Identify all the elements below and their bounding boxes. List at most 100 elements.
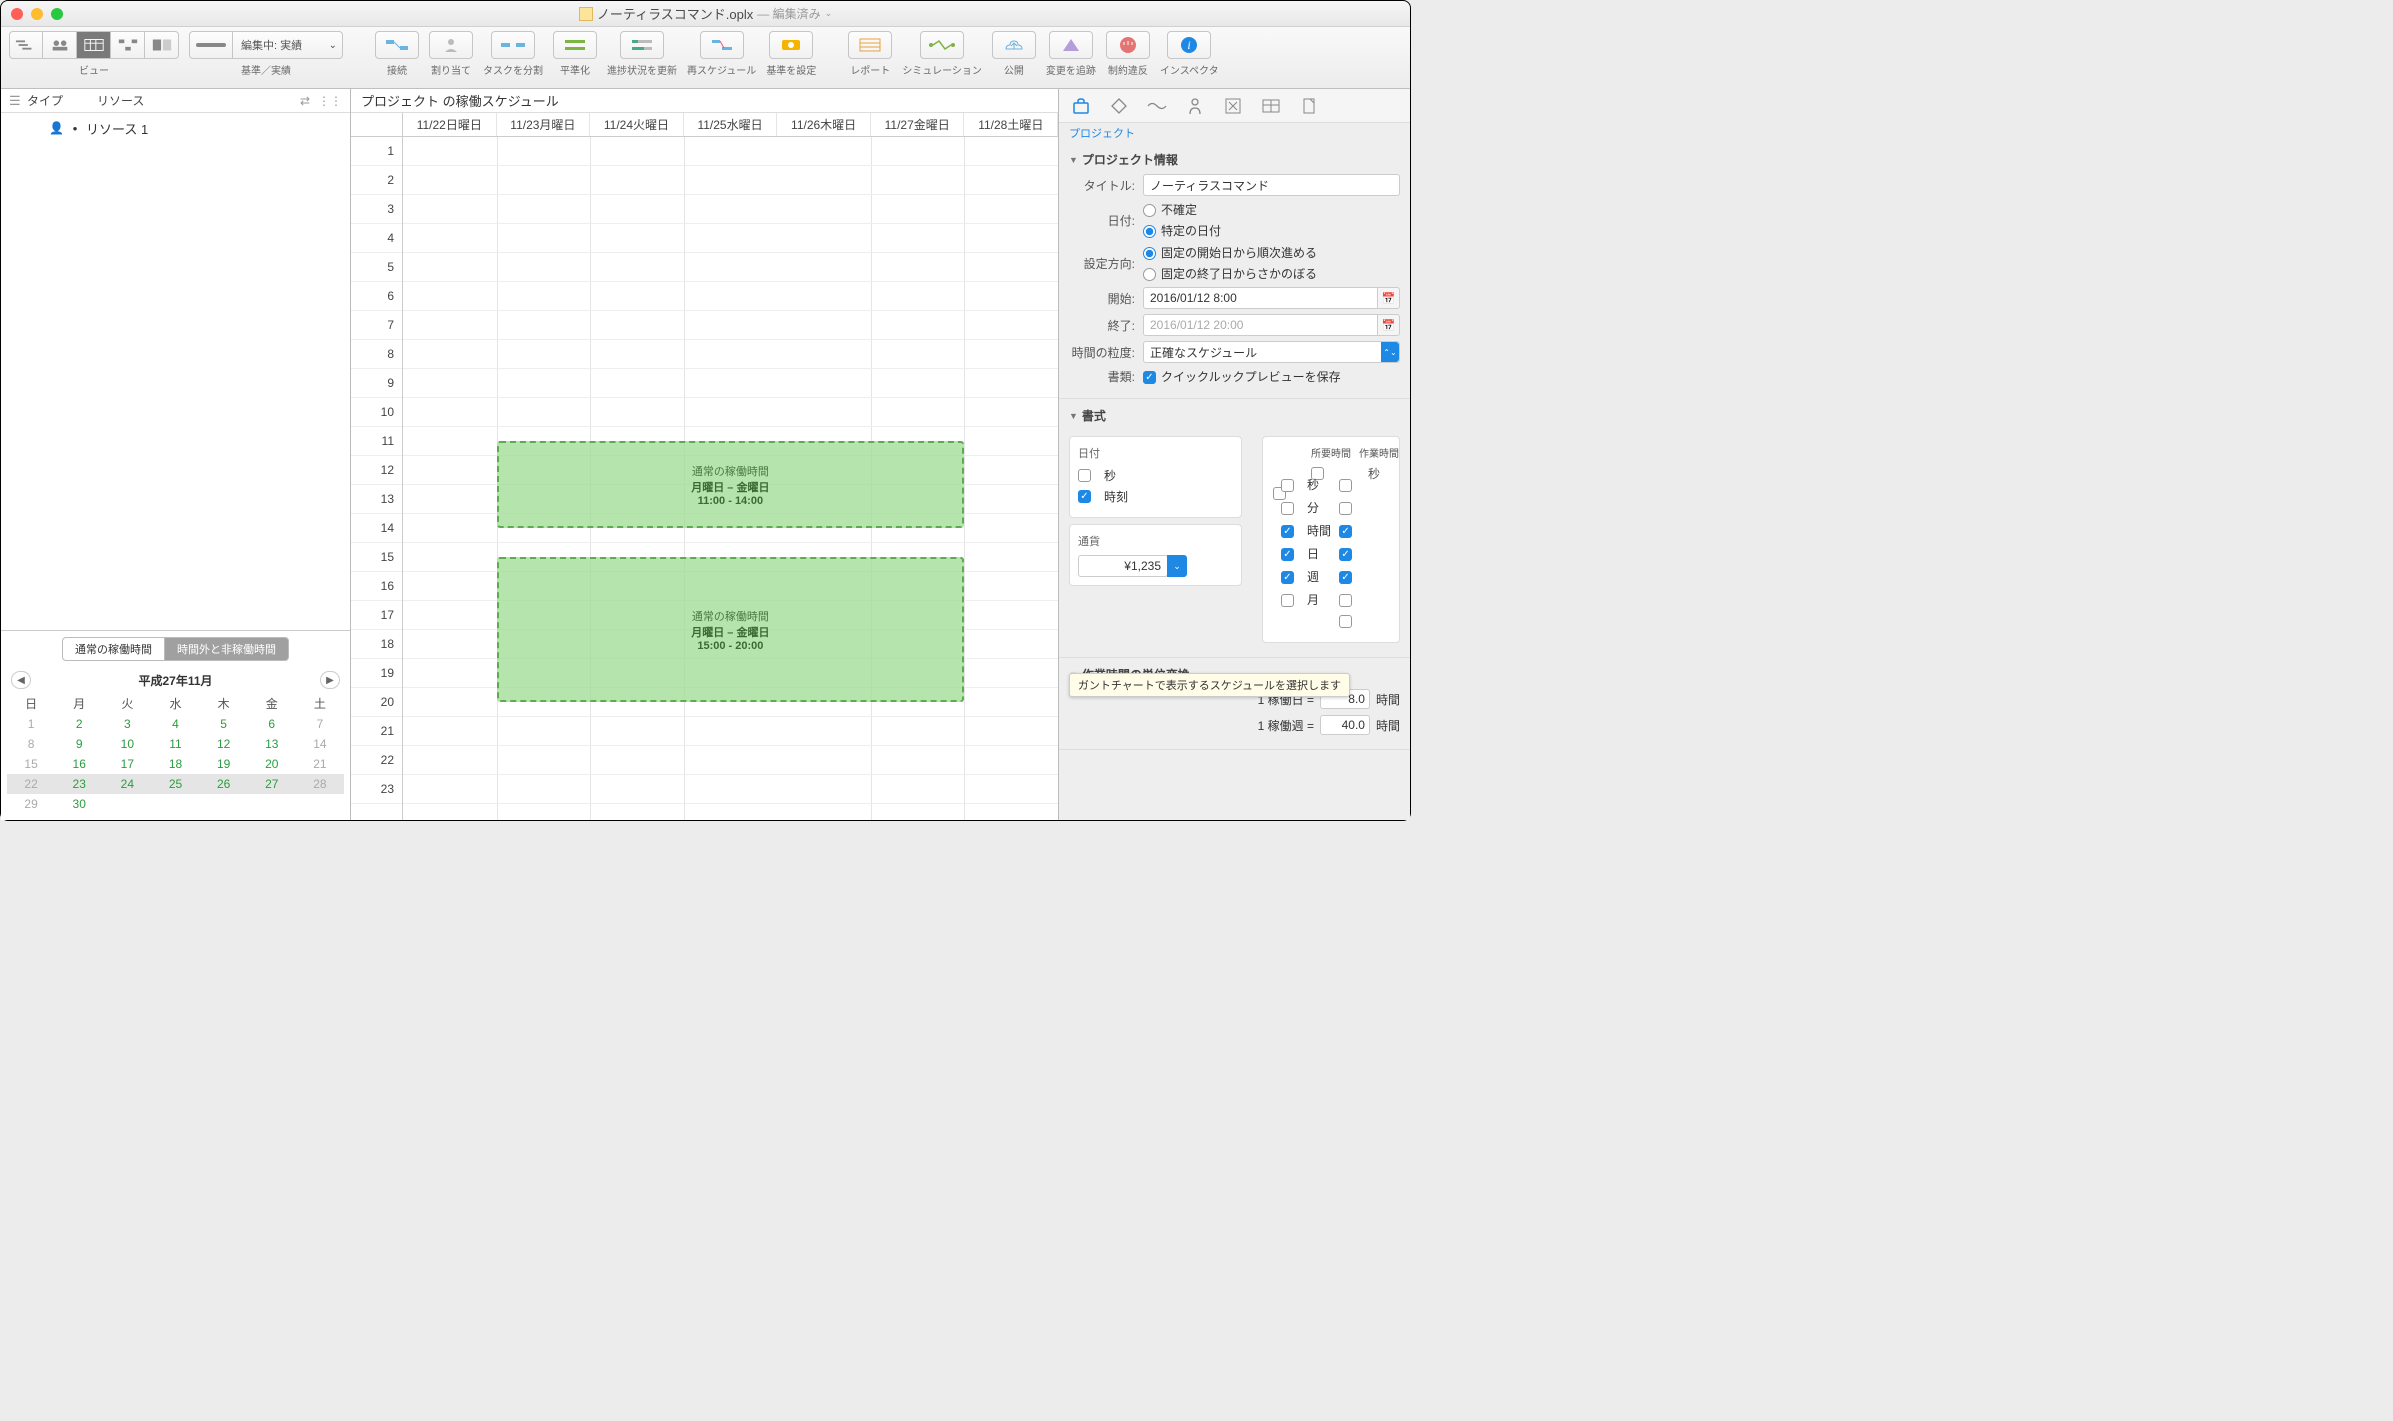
assign-button[interactable] xyxy=(429,31,473,59)
view-network-button[interactable] xyxy=(111,31,145,59)
chk-dur-month[interactable] xyxy=(1281,594,1294,607)
inspector-button[interactable]: i xyxy=(1167,31,1211,59)
publish-button[interactable] xyxy=(992,31,1036,59)
baseline-toggle-button[interactable] xyxy=(189,31,233,59)
baseline-label: 基準／実績 xyxy=(241,62,291,77)
connect-button[interactable] xyxy=(375,31,419,59)
start-input[interactable]: 2016/01/12 8:00 xyxy=(1143,287,1378,309)
simulation-button[interactable] xyxy=(920,31,964,59)
day-header[interactable]: 11/27金曜日 xyxy=(871,113,965,136)
cal-next-button[interactable]: ▶ xyxy=(320,671,340,689)
catchup-button[interactable] xyxy=(620,31,664,59)
chk-eff-min[interactable] xyxy=(1339,502,1352,515)
title-label: タイトル: xyxy=(1069,177,1143,194)
chk-eff-month[interactable] xyxy=(1339,594,1352,607)
inspector-tabs xyxy=(1059,89,1410,123)
tab-milestones-icon[interactable] xyxy=(1107,95,1131,117)
baseline-select[interactable]: 編集中: 実績 xyxy=(233,31,343,59)
direction-label: 設定方向: xyxy=(1069,255,1143,272)
duration-header: 所要時間 xyxy=(1311,445,1351,460)
day-header[interactable]: 11/28土曜日 xyxy=(964,113,1058,136)
baseline-group: 編集中: 実績 基準／実績 xyxy=(189,31,343,77)
chk-seconds[interactable] xyxy=(1078,469,1091,482)
violations-button[interactable] xyxy=(1106,31,1150,59)
schedule-body[interactable]: 1 2 3 4 5 6 7 8 9 10 11 12 13 14 15 16 1… xyxy=(351,137,1058,820)
currency-input[interactable]: ¥1,235 xyxy=(1078,555,1168,577)
outline-icon[interactable]: ☰ xyxy=(9,93,27,109)
radio-forward[interactable] xyxy=(1143,247,1156,260)
conv-week-input[interactable]: 40.0 xyxy=(1320,715,1370,735)
day-header[interactable]: 11/22日曜日 xyxy=(403,113,497,136)
split-label: タスクを分割 xyxy=(483,62,543,77)
hours-tabs: 通常の稼働時間 時間外と非稼働時間 xyxy=(1,631,350,667)
day-header[interactable]: 11/25水曜日 xyxy=(684,113,778,136)
currency-box: 通貨 ¥1,235 ⌄ xyxy=(1069,524,1242,586)
section-header[interactable]: 書式 xyxy=(1069,407,1400,424)
radio-specific[interactable] xyxy=(1143,225,1156,238)
view-calendar-button[interactable] xyxy=(77,31,111,59)
day-header[interactable]: 11/23月曜日 xyxy=(497,113,591,136)
quicklook-checkbox[interactable] xyxy=(1143,371,1156,384)
col-resource[interactable]: リソース xyxy=(97,92,300,109)
tab-styles-icon[interactable] xyxy=(1145,95,1169,117)
view-group: ビュー xyxy=(9,31,179,77)
chk-dur-min[interactable] xyxy=(1281,502,1294,515)
currency-dropdown-button[interactable]: ⌄ xyxy=(1167,555,1187,577)
conv-week-label: 1 稼働週 = xyxy=(1258,717,1314,734)
tab-normal-hours[interactable]: 通常の稼働時間 xyxy=(62,637,165,661)
tab-custom-data-icon[interactable] xyxy=(1259,95,1283,117)
tab-task-icon[interactable] xyxy=(1221,95,1245,117)
col-type[interactable]: タイプ xyxy=(27,92,97,109)
title-input[interactable]: ノーティラスコマンド xyxy=(1143,174,1400,196)
day-header[interactable]: 11/26木曜日 xyxy=(777,113,871,136)
split-button[interactable] xyxy=(491,31,535,59)
violations-label: 制約違反 xyxy=(1108,62,1148,77)
radio-backward[interactable] xyxy=(1143,268,1156,281)
view-resource-button[interactable] xyxy=(43,31,77,59)
start-calendar-button[interactable]: 📅 xyxy=(1378,287,1400,309)
granularity-select[interactable]: 正確なスケジュール xyxy=(1143,341,1400,363)
reschedule-button[interactable] xyxy=(700,31,744,59)
work-block-2[interactable]: 通常の稼働時間 月曜日 – 金曜日 15:00 - 20:00 xyxy=(497,557,965,702)
chk-dur-week[interactable] xyxy=(1281,571,1294,584)
section-header[interactable]: プロジェクト情報 xyxy=(1069,151,1400,168)
tab-resource-icon[interactable] xyxy=(1183,95,1207,117)
track-changes-button[interactable] xyxy=(1049,31,1093,59)
chk-eff-day[interactable] xyxy=(1339,548,1352,561)
cal-prev-button[interactable]: ◀ xyxy=(11,671,31,689)
chk-eff-extra[interactable] xyxy=(1339,615,1352,628)
tab-attachments-icon[interactable] xyxy=(1297,95,1321,117)
resource-list: 👤 • リソース 1 xyxy=(1,113,350,630)
chk-time[interactable] xyxy=(1078,490,1091,503)
chk-eff-hour[interactable] xyxy=(1339,525,1352,538)
tab-project-icon[interactable] xyxy=(1069,95,1093,117)
filename: ノーティラスコマンド.oplx xyxy=(597,4,753,23)
chk-dur-day[interactable] xyxy=(1281,548,1294,561)
schedule-header: 11/22日曜日 11/23月曜日 11/24火曜日 11/25水曜日 11/2… xyxy=(351,113,1058,137)
hierarchy-icon[interactable]: ⋮⋮ xyxy=(318,94,342,108)
radio-undetermined[interactable] xyxy=(1143,204,1156,217)
work-block-1[interactable]: 通常の稼働時間 月曜日 – 金曜日 11:00 - 14:00 xyxy=(497,441,965,528)
schedule-grid[interactable]: 通常の稼働時間 月曜日 – 金曜日 11:00 - 14:00 通常の稼働時間 … xyxy=(403,137,1058,820)
left-panel: ☰ タイプ リソース ⇄ ⋮⋮ 👤 • リソース 1 通常の稼働時間 時間外と非… xyxy=(1,89,351,820)
end-calendar-button[interactable]: 📅 xyxy=(1378,314,1400,336)
inspector-body: プロジェクト情報 タイトル: ノーティラスコマンド 日付: 不確定 特定の日付 … xyxy=(1059,143,1410,820)
resource-row[interactable]: 👤 • リソース 1 xyxy=(9,117,342,139)
view-styles-button[interactable] xyxy=(145,31,179,59)
edited-indicator[interactable]: — 編集済み xyxy=(757,5,820,22)
chk-eff-sec[interactable] xyxy=(1339,479,1352,492)
view-gantt-button[interactable] xyxy=(9,31,43,59)
reports-button[interactable] xyxy=(848,31,892,59)
chk-dur-hour[interactable] xyxy=(1281,525,1294,538)
chevron-down-icon[interactable]: ⌄ xyxy=(825,8,833,19)
chk-dur-sec[interactable] xyxy=(1281,479,1294,492)
chk-eff-week[interactable] xyxy=(1339,571,1352,584)
simulation-label: シミュレーション xyxy=(902,62,982,77)
level-button[interactable] xyxy=(553,31,597,59)
svg-text:i: i xyxy=(1188,38,1191,52)
tab-extra-hours[interactable]: 時間外と非稼働時間 xyxy=(165,637,289,661)
collapse-icon[interactable]: ⇄ xyxy=(300,94,310,108)
section-project-info: プロジェクト情報 タイトル: ノーティラスコマンド 日付: 不確定 特定の日付 … xyxy=(1059,143,1410,399)
set-baseline-button[interactable] xyxy=(769,31,813,59)
day-header[interactable]: 11/24火曜日 xyxy=(590,113,684,136)
